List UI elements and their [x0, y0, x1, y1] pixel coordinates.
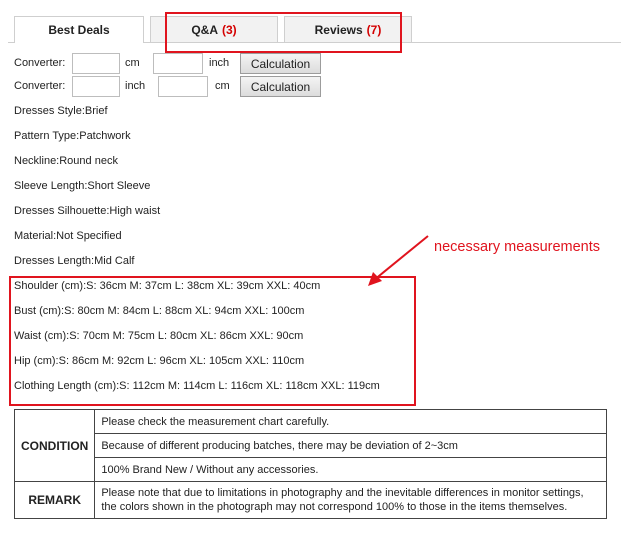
tab-best-deals[interactable]: Best Deals [14, 16, 144, 43]
attribute-item: Dresses Silhouette:High waist [14, 205, 161, 217]
attribute-item: Neckline:Round neck [14, 155, 118, 167]
converter1-to-unit: inch [209, 57, 230, 69]
tabs-highlight-box [165, 12, 402, 53]
annotation-text: necessary measurements [434, 239, 601, 255]
condition-remark-table: CONDITION Please check the measurement c… [13, 409, 607, 519]
converter2-cm-input[interactable] [158, 76, 208, 97]
table-row: 100% Brand New / Without any accessories… [15, 457, 607, 482]
converter2-inch-input[interactable] [72, 76, 120, 97]
converter-label: Converter: [14, 80, 66, 92]
tab-label: Best Deals [48, 23, 110, 37]
calculation-button[interactable]: Calculation [240, 76, 321, 97]
condition-line: 100% Brand New / Without any accessories… [94, 457, 607, 482]
converter1-inch-input[interactable] [153, 53, 203, 74]
table-row: Because of different producing batches, … [15, 433, 607, 458]
remark-text: Please note that due to limitations in p… [94, 481, 607, 519]
condition-line: Because of different producing batches, … [94, 433, 607, 458]
remark-label: REMARK [13, 481, 96, 519]
attribute-item: Sleeve Length:Short Sleeve [14, 180, 151, 192]
converter2-from-unit: inch [125, 80, 146, 92]
condition-line: Please check the measurement chart caref… [94, 409, 607, 434]
converter1-cm-input[interactable] [72, 53, 120, 74]
measurements-highlight-box [9, 276, 416, 406]
table-row: REMARK Please note that due to limitatio… [13, 481, 607, 519]
converter2-to-unit: cm [215, 80, 230, 92]
table-row: CONDITION Please check the measurement c… [13, 409, 607, 482]
attribute-item: Dresses Length:Mid Calf [14, 255, 135, 267]
converter1-from-unit: cm [125, 57, 140, 69]
attribute-item: Pattern Type:Patchwork [14, 130, 131, 142]
calculation-button[interactable]: Calculation [240, 53, 321, 74]
attribute-item: Dresses Style:Brief [14, 105, 108, 117]
attribute-item: Material:Not Specified [14, 230, 122, 242]
condition-label: CONDITION [13, 409, 96, 482]
converter-label: Converter: [14, 57, 66, 69]
